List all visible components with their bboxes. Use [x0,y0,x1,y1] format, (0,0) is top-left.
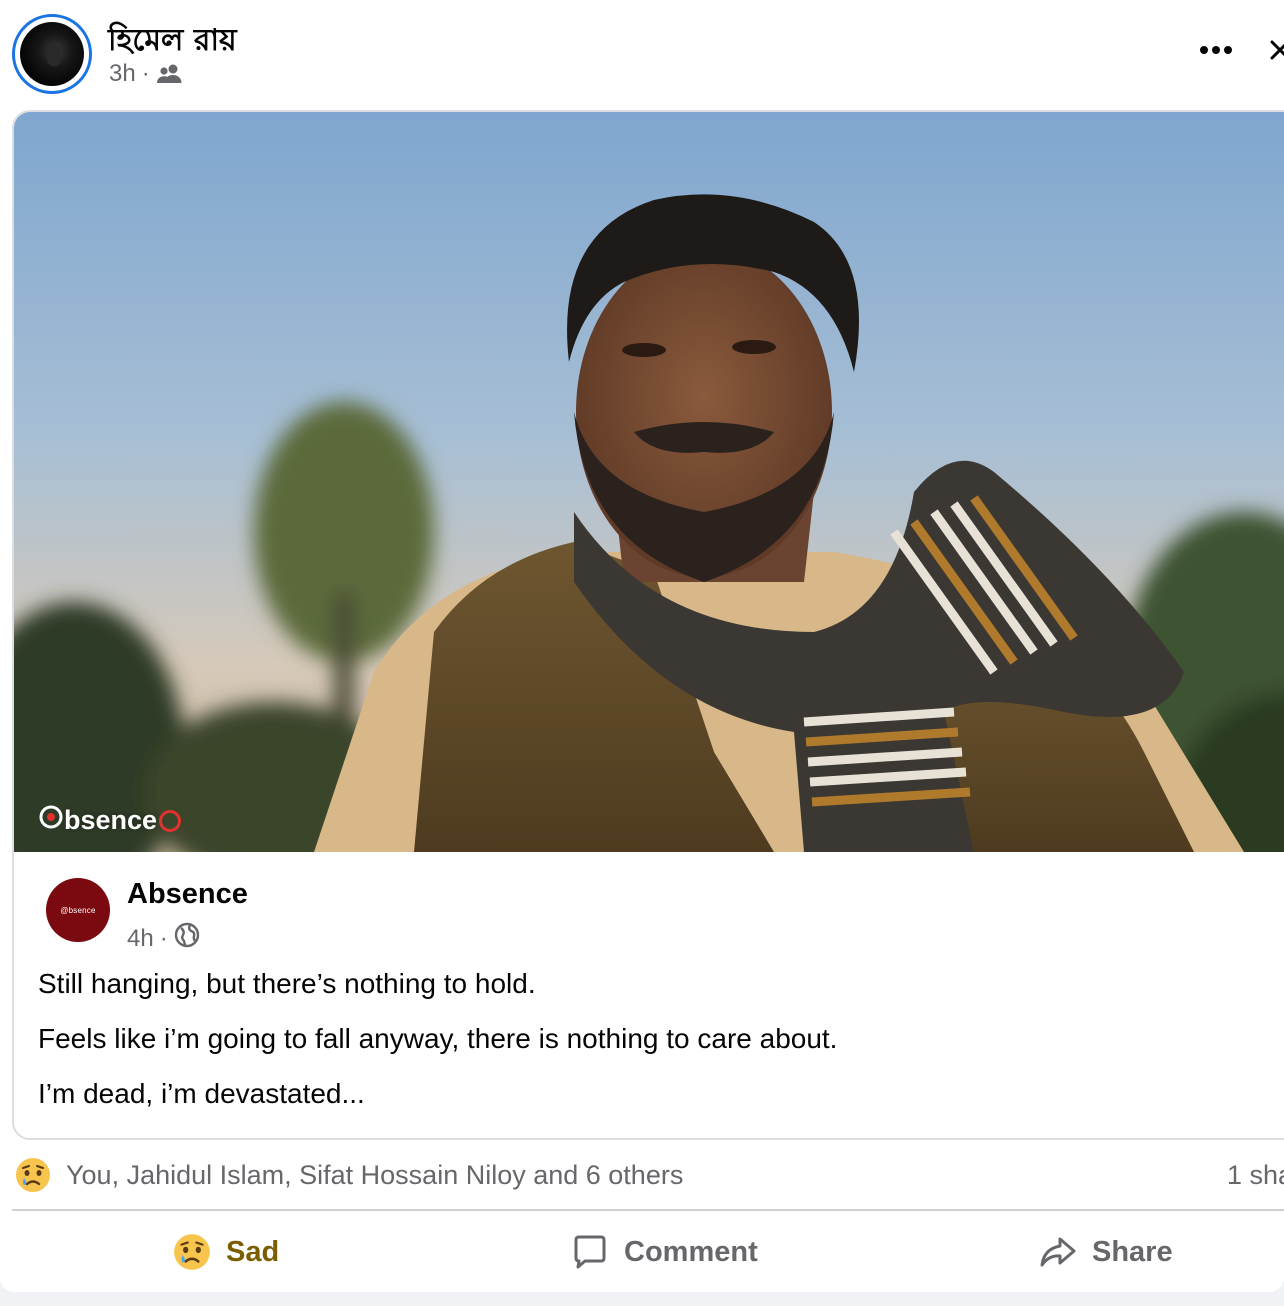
meta-separator: · [141,60,150,87]
caption-line: Feels like i’m going to fall anyway, the… [38,1023,838,1054]
share-label: Share [1092,1235,1173,1268]
caption-line: I’m dead, i’m devastated... [38,1078,365,1109]
meta-separator: · [159,924,168,952]
more-options-button[interactable] [1192,30,1240,70]
page-avatar-text: @bsence [60,905,96,915]
sad-reaction-button[interactable]: Sad [172,1222,279,1282]
author-avatar-image [20,22,84,86]
reactions-summary[interactable]: You, Jahidul Islam, Sifat Hossain Niloy … [14,1156,1284,1196]
comment-button[interactable]: Comment [570,1222,758,1282]
more-dots-icon [1200,46,1232,54]
share-button[interactable]: Share [1038,1222,1173,1282]
shared-post-card[interactable]: bsence @bsence Absence 4h · Still hangin… [12,110,1284,1140]
sad-label: Sad [226,1235,280,1268]
post-meta: 3h · [109,60,184,88]
sad-emoji-icon[interactable] [14,1156,52,1194]
close-button[interactable] [1262,30,1284,70]
close-icon [1270,40,1284,60]
feed-post: হিমেল রায় 3h · bsence @bsence Absence 4… [0,0,1284,1292]
share-icon [1040,1237,1076,1267]
action-bar: Sad Comment Share [0,1222,1284,1282]
sad-emoji-icon [174,1234,210,1270]
actions-divider [12,1209,1284,1211]
comment-icon [574,1235,606,1269]
shared-photo[interactable]: bsence [14,112,1284,852]
post-time[interactable]: 3h [109,60,136,88]
comment-label: Comment [624,1235,758,1268]
watermark-dot-icon [159,809,182,832]
page-name[interactable]: Absence [127,878,248,911]
shared-caption: Still hanging, but there’s nothing to ho… [38,968,1238,1133]
shared-post-time[interactable]: 4h [127,925,154,953]
author-avatar[interactable] [12,14,92,94]
page-avatar[interactable]: @bsence [46,878,110,942]
shares-count[interactable]: 1 sha [1227,1160,1284,1191]
watermark-at-icon [38,804,64,837]
watermark-text: bsence [64,805,158,835]
caption-line: Still hanging, but there’s nothing to ho… [38,968,536,999]
photo-watermark: bsence [38,804,182,837]
friends-icon[interactable] [156,62,184,86]
globe-icon[interactable] [174,922,200,955]
reaction-names[interactable]: You, Jahidul Islam, Sifat Hossain Niloy … [66,1160,683,1191]
shared-post-meta: 4h · [127,922,200,955]
